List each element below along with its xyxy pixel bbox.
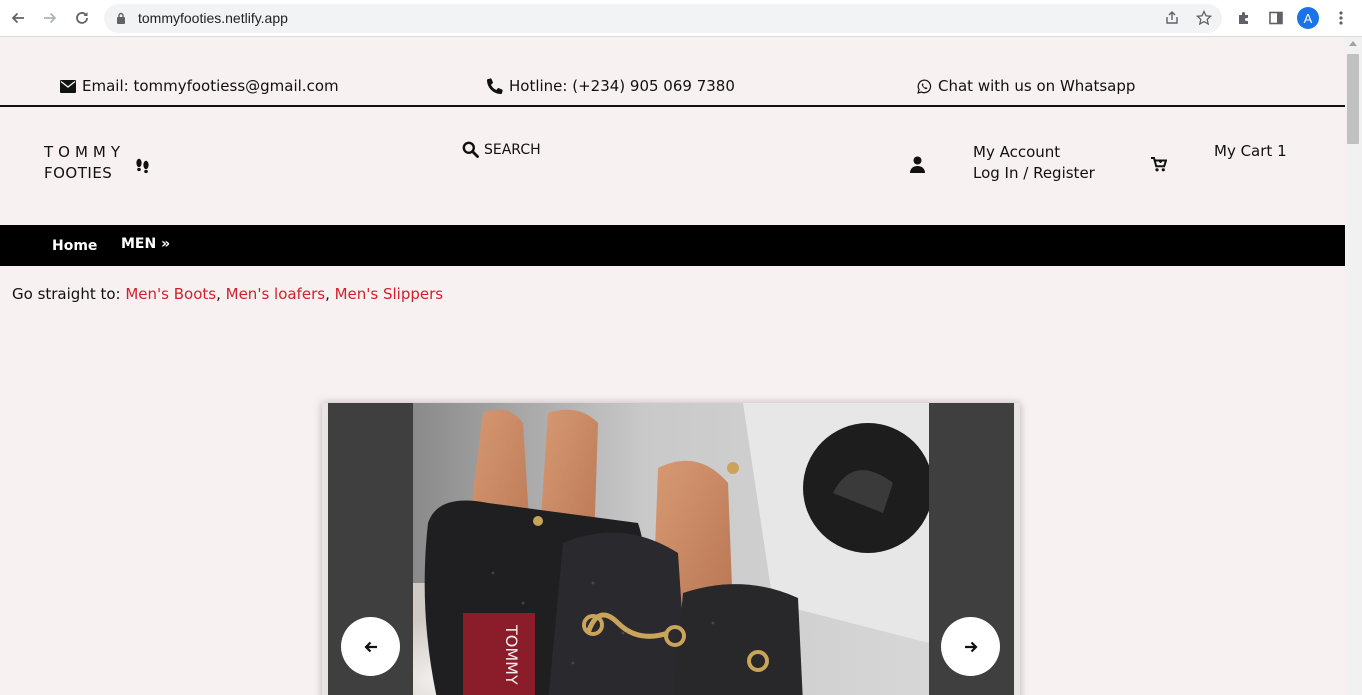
reload-icon[interactable] (71, 7, 93, 29)
link-mens-slippers[interactable]: Men's Slippers (335, 285, 444, 303)
product-carousel: TOMMY (322, 403, 1020, 695)
bookmark-star-icon[interactable] (1195, 9, 1213, 27)
search-label: SEARCH (484, 141, 541, 158)
carousel-next-button[interactable] (941, 617, 1000, 676)
login-register-link[interactable]: Log In / Register (973, 163, 1095, 184)
phone-icon (487, 78, 503, 94)
side-panel-icon[interactable] (1266, 8, 1286, 28)
main-nav: Home MEN » (0, 225, 1345, 266)
search-button[interactable]: SEARCH (462, 141, 541, 158)
cart-link[interactable]: My Cart 1 (1214, 142, 1287, 160)
contact-hotline[interactable]: Hotline: (+234) 905 069 7380 (487, 77, 735, 95)
url-text[interactable]: tommyfooties.netlify.app (138, 10, 288, 26)
whatsapp-text: Chat with us on Whatsapp (938, 77, 1136, 95)
logo-line-1: TOMMY (44, 143, 126, 161)
scroll-thumb[interactable] (1347, 54, 1359, 144)
logo-line-2: FOOTIES (44, 164, 113, 182)
whatsapp-icon (917, 79, 932, 94)
lock-icon (117, 12, 125, 24)
link-mens-boots[interactable]: Men's Boots (125, 285, 216, 303)
brand-tag (463, 613, 535, 695)
user-icon[interactable] (910, 156, 925, 173)
address-bar[interactable]: tommyfooties.netlify.app (104, 4, 1222, 33)
account-link[interactable]: My Account Log In / Register (973, 142, 1095, 184)
footprints-icon (136, 158, 149, 174)
contact-bar: Email: tommyfootiess@gmail.com Hotline: … (0, 37, 1345, 107)
contact-whatsapp[interactable]: Chat with us on Whatsapp (917, 77, 1135, 95)
link-mens-loafers[interactable]: Men's loafers (226, 285, 325, 303)
carousel-slide-image: TOMMY (413, 403, 929, 695)
extensions-icon[interactable] (1234, 8, 1254, 28)
brand-tag-text: TOMMY (502, 624, 521, 685)
go-straight-links: Go straight to: Men's Boots, Men's loafe… (12, 285, 443, 303)
envelope-icon (60, 79, 76, 93)
carousel-prev-button[interactable] (341, 617, 400, 676)
browser-toolbar: tommyfooties.netlify.app A (0, 0, 1362, 37)
scroll-up-arrow-icon[interactable] (1349, 41, 1357, 46)
loafer-product-photo: TOMMY (413, 403, 929, 695)
menu-kebab-icon[interactable] (1331, 8, 1351, 28)
contact-email[interactable]: Email: tommyfootiess@gmail.com (60, 77, 339, 95)
profile-avatar[interactable]: A (1297, 7, 1319, 29)
my-account-label: My Account (973, 143, 1061, 161)
site-logo[interactable]: TOMMY FOOTIES (44, 142, 125, 184)
share-icon[interactable] (1163, 9, 1181, 27)
page-scrollbar[interactable] (1345, 37, 1362, 695)
site-header: TOMMY FOOTIES SEARCH My Account Log In /… (0, 107, 1345, 225)
nav-men-dropdown[interactable]: MEN » (121, 236, 170, 252)
arrow-left-icon (363, 641, 377, 652)
back-icon[interactable] (7, 7, 29, 29)
go-straight-prefix: Go straight to: (12, 285, 126, 303)
arrow-right-icon (964, 641, 978, 652)
hotline-text: Hotline: (+234) 905 069 7380 (509, 77, 735, 95)
link-separator: , (325, 285, 335, 303)
email-text: Email: tommyfootiess@gmail.com (82, 77, 339, 95)
page-content: Email: tommyfootiess@gmail.com Hotline: … (0, 37, 1345, 695)
forward-icon[interactable] (39, 7, 61, 29)
link-separator: , (216, 285, 226, 303)
search-icon (462, 141, 479, 158)
cart-icon[interactable] (1151, 157, 1167, 172)
nav-home[interactable]: Home (52, 238, 97, 254)
